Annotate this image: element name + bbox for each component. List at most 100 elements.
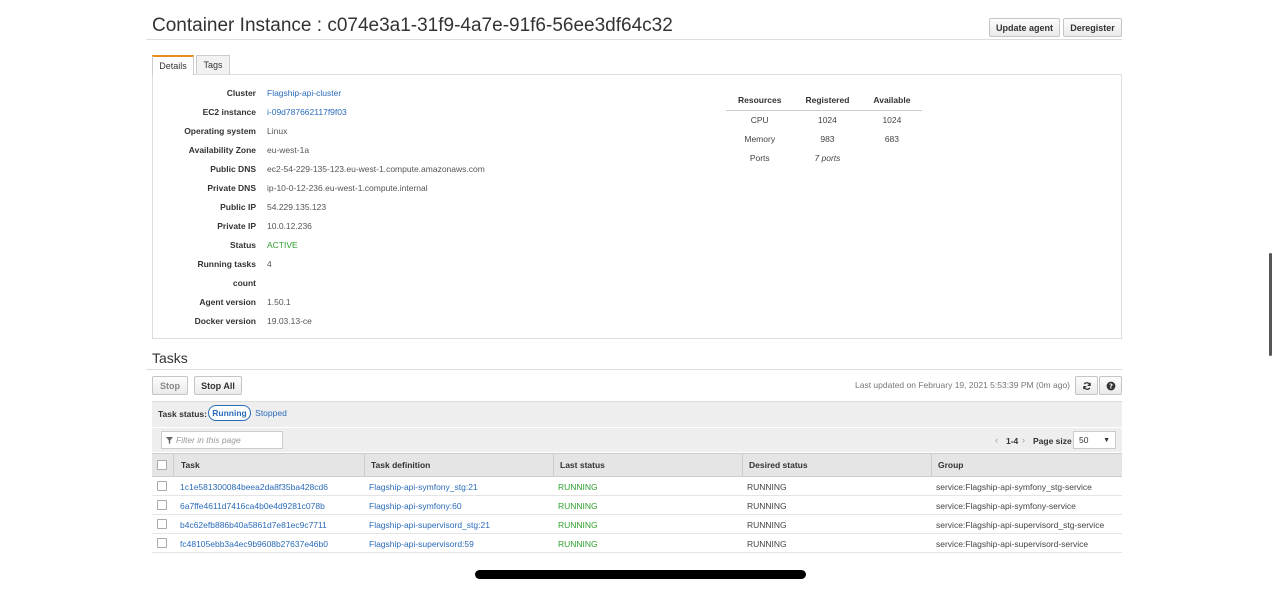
resources-header: Resources <box>726 94 794 111</box>
resource-available: 683 <box>884 133 899 144</box>
desired-status: RUNNING <box>747 501 787 511</box>
resources-table: Resources Registered Available CPU 1024 … <box>726 94 923 167</box>
detail-value[interactable]: Flagship-api-cluster <box>267 88 341 98</box>
column-separator <box>742 453 743 477</box>
page-size-value: 50 <box>1079 435 1089 445</box>
filter-icon <box>166 436 173 444</box>
next-page-icon[interactable]: › <box>1022 435 1025 445</box>
detail-value: 19.03.13-ce <box>267 316 312 326</box>
help-button[interactable]: ? <box>1099 376 1122 395</box>
task-definition-link[interactable]: Flagship-api-supervisord_stg:21 <box>369 520 490 530</box>
task-id-link[interactable]: 6a7ffe4611d7416ca4b0e4d9281c078b <box>180 501 325 511</box>
tasks-table-header <box>152 453 1122 477</box>
detail-value: ec2-54-229-135-123.eu-west-1.compute.ama… <box>267 164 485 174</box>
resource-row-ports: Ports 7 ports <box>726 148 922 167</box>
column-task-definition[interactable]: Task definition <box>371 460 430 470</box>
resource-registered: 7 ports <box>814 152 841 163</box>
pagination-range: 1-4 <box>1006 436 1019 446</box>
detail-label: Operating system <box>184 126 256 136</box>
row-checkbox[interactable] <box>157 481 167 491</box>
task-id-link[interactable]: fc48105ebb3a4ec9b9608b27637e46b0 <box>180 539 328 549</box>
filter-input[interactable]: Filter in this page <box>161 431 283 449</box>
detail-label: count <box>232 278 256 288</box>
resource-available <box>861 148 922 167</box>
detail-label: Status <box>230 240 256 250</box>
detail-label: Availability Zone <box>188 145 256 155</box>
detail-label: Private DNS <box>207 183 256 193</box>
refresh-button[interactable] <box>1075 376 1098 395</box>
last-status: RUNNING <box>558 482 598 492</box>
row-checkbox[interactable] <box>157 500 167 510</box>
last-status: RUNNING <box>558 520 598 530</box>
resource-name: CPU <box>750 114 769 125</box>
tab-tags[interactable]: Tags <box>196 55 230 74</box>
detail-value: 4 <box>267 259 272 269</box>
detail-label: Public IP <box>220 202 256 212</box>
group: service:Flagship-api-symfony-service <box>936 501 1076 511</box>
filter-placeholder: Filter in this page <box>176 435 241 445</box>
refresh-icon <box>1082 381 1091 390</box>
detail-value: ip-10-0-12-236.eu-west-1.compute.interna… <box>267 183 428 193</box>
registered-header: Registered <box>793 94 862 111</box>
task-id-link[interactable]: 1c1e581300084beea2da8f35ba428cd6 <box>180 482 328 492</box>
column-task[interactable]: Task <box>181 460 200 470</box>
detail-label: Public DNS <box>210 164 256 174</box>
column-separator <box>364 453 365 477</box>
detail-value: 1.50.1 <box>267 297 291 307</box>
status-running-pill[interactable]: Running <box>208 405 251 421</box>
page-size-select[interactable]: 50 ▼ <box>1073 431 1116 449</box>
group: service:Flagship-api-supervisord_stg-ser… <box>936 520 1105 530</box>
detail-value: Linux <box>267 126 288 136</box>
scrollbar[interactable] <box>1269 253 1272 356</box>
last-status: RUNNING <box>558 501 598 511</box>
stop-button[interactable]: Stop <box>152 376 188 395</box>
deregister-button[interactable]: Deregister <box>1063 18 1122 37</box>
stop-all-button[interactable]: Stop All <box>194 376 242 395</box>
status-stopped-pill[interactable]: Stopped <box>253 405 289 421</box>
column-separator <box>931 453 932 477</box>
header-divider <box>146 39 1122 40</box>
detail-label: Agent version <box>199 297 256 307</box>
detail-value: eu-west-1a <box>267 145 310 155</box>
task-definition-link[interactable]: Flagship-api-supervisord:59 <box>369 539 474 549</box>
tasks-title: Tasks <box>152 350 188 366</box>
column-separator <box>173 453 174 477</box>
update-agent-button[interactable]: Update agent <box>989 18 1060 37</box>
column-separator <box>553 453 554 477</box>
task-definition-link[interactable]: Flagship-api-symfony_stg:21 <box>369 482 478 492</box>
detail-value: 10.0.12.236 <box>267 221 312 231</box>
column-last-status[interactable]: Last status <box>560 460 605 470</box>
detail-value: ACTIVE <box>267 240 298 250</box>
home-indicator[interactable] <box>475 570 806 579</box>
resource-row-cpu: CPU 1024 1024 <box>726 110 922 129</box>
page-title: Container Instance : c074e3a1-31f9-4a7e-… <box>152 15 673 36</box>
prev-page-icon[interactable]: ‹ <box>995 435 998 445</box>
column-desired-status[interactable]: Desired status <box>749 460 808 470</box>
last-updated-text: Last updated on February 19, 2021 5:53:3… <box>855 380 1070 390</box>
task-id-link[interactable]: b4c62efb886b40a5861d7e81ec9c7711 <box>180 520 327 530</box>
chevron-down-icon: ▼ <box>1103 436 1110 444</box>
detail-label: Private IP <box>217 221 256 231</box>
task-status-bar <box>152 401 1122 427</box>
select-all-checkbox[interactable] <box>157 460 167 470</box>
row-checkbox[interactable] <box>157 519 167 529</box>
detail-value: 54.229.135.123 <box>267 202 327 212</box>
tasks-divider <box>146 369 1122 370</box>
group: service:Flagship-api-symfony_stg-service <box>936 482 1092 492</box>
last-status: RUNNING <box>558 539 598 549</box>
row-checkbox[interactable] <box>157 538 167 548</box>
desired-status: RUNNING <box>747 520 787 530</box>
svg-text:?: ? <box>1109 382 1113 390</box>
resource-name: Ports <box>749 152 770 163</box>
detail-label: Running tasks <box>197 259 256 269</box>
resource-row-memory: Memory 983 683 <box>726 129 922 148</box>
detail-value[interactable]: i-09d787662117f9f03 <box>267 107 347 117</box>
filter-bar <box>152 428 1122 452</box>
page-size-label: Page size <box>1033 436 1072 446</box>
detail-label: EC2 instance <box>202 107 256 117</box>
task-definition-link[interactable]: Flagship-api-symfony:60 <box>369 501 462 511</box>
help-icon: ? <box>1106 381 1115 390</box>
tab-details[interactable]: Details <box>152 55 194 75</box>
resource-registered: 983 <box>820 133 835 144</box>
column-group[interactable]: Group <box>938 460 964 470</box>
